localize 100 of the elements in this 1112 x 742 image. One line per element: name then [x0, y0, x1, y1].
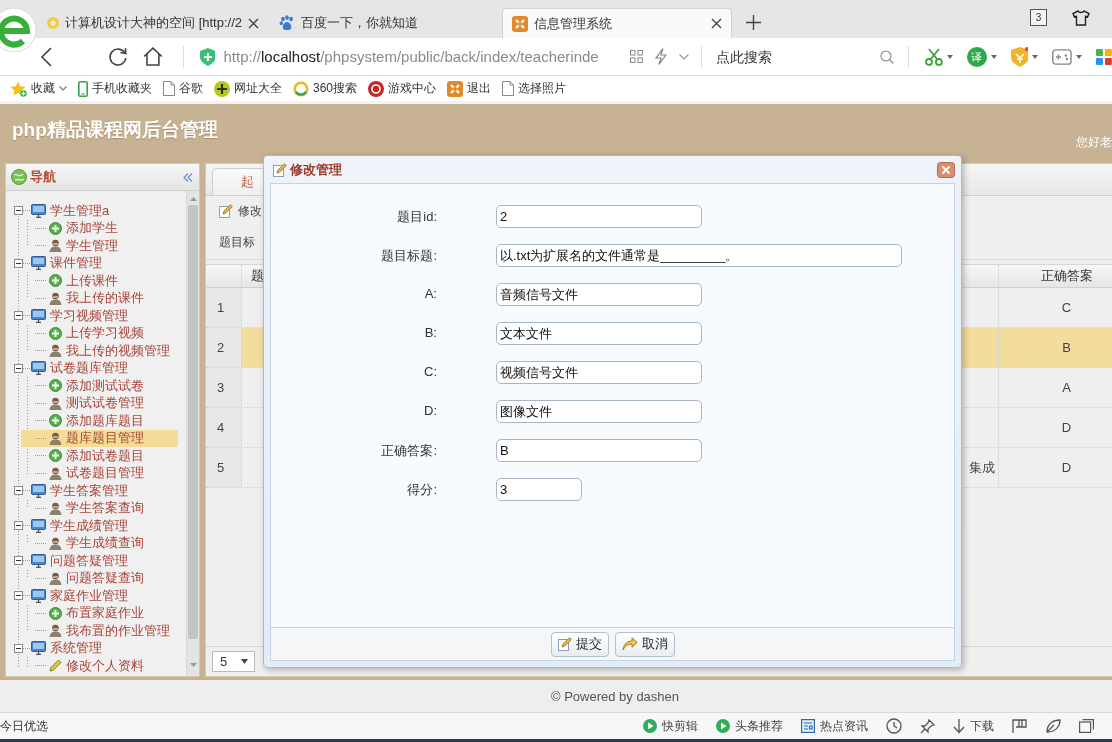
nav-item[interactable]: 我上传的视频管理: [21, 342, 178, 360]
scrollbar-thumb[interactable]: [188, 205, 198, 639]
bookmark-item[interactable]: 360搜索: [293, 80, 358, 97]
input-field[interactable]: 音频信号文件: [496, 283, 702, 306]
input-field[interactable]: 图像文件: [496, 400, 702, 423]
nav-group[interactable]: 课件管理: [50, 254, 102, 273]
close-icon[interactable]: [711, 18, 722, 29]
collapse-toggle-icon[interactable]: [14, 556, 23, 566]
bookmark-item[interactable]: 手机收藏夹: [78, 80, 152, 97]
caret-icon[interactable]: [1076, 54, 1083, 59]
shirt-icon[interactable]: [1072, 10, 1090, 26]
input-field[interactable]: 3: [496, 478, 582, 501]
column-header[interactable]: 题: [251, 267, 264, 285]
collapse-toggle-icon[interactable]: [14, 363, 23, 373]
newspaper-icon[interactable]: [801, 719, 815, 733]
bookmark-item[interactable]: 收藏: [10, 80, 67, 97]
back-icon[interactable]: [40, 46, 52, 67]
nav-item[interactable]: 问题答疑查询: [21, 569, 178, 587]
nav-group[interactable]: 家庭作业管理: [50, 586, 128, 605]
tab-count-badge[interactable]: 3: [1030, 9, 1047, 26]
browser-tab[interactable]: 信息管理系统: [502, 8, 732, 38]
bookmark-item[interactable]: 游戏中心: [368, 80, 437, 97]
close-icon[interactable]: [248, 17, 259, 29]
nav-item[interactable]: 添加题库题目: [21, 412, 178, 430]
bookmark-item[interactable]: 谷歌: [163, 80, 203, 97]
nav-group[interactable]: 系统管理: [50, 639, 102, 658]
status-link[interactable]: 下载: [970, 717, 994, 735]
play-icon[interactable]: [643, 719, 657, 733]
nav-item[interactable]: 布置家庭作业: [21, 604, 178, 622]
nav-item[interactable]: 添加学生: [21, 219, 178, 237]
collapse-toggle-icon[interactable]: [14, 643, 23, 653]
input-field[interactable]: 文本文件: [496, 322, 702, 345]
browser-tab[interactable]: 计算机设计大神的空间 [http://2: [38, 8, 268, 38]
caret-icon[interactable]: [990, 54, 997, 59]
scissors-icon[interactable]: [924, 47, 943, 66]
nav-item[interactable]: 我布置的作业管理: [21, 622, 178, 640]
new-tab-icon[interactable]: [746, 15, 761, 30]
page-icon: [502, 81, 515, 96]
nav-item[interactable]: 添加测试试卷: [21, 377, 178, 395]
nav-item[interactable]: 修改个人资料: [21, 657, 178, 675]
input-field[interactable]: 以.txt为扩展名的文件通常是_________。: [496, 244, 902, 267]
browser-tab[interactable]: 百度一下，你就知道: [270, 8, 500, 38]
app-grid-icon[interactable]: [1096, 48, 1112, 65]
collapse-toggle-icon[interactable]: [14, 206, 23, 216]
status-link[interactable]: 热点资讯: [820, 717, 868, 735]
collapse-toggle-icon[interactable]: [14, 591, 23, 601]
page-size-select[interactable]: 5: [212, 651, 255, 672]
nav-item[interactable]: 学生成绩查询: [21, 534, 178, 552]
status-link[interactable]: 快剪辑: [662, 717, 698, 735]
search-icon[interactable]: [880, 49, 894, 64]
chevron-down-icon[interactable]: [679, 53, 690, 60]
nav-item[interactable]: 题库题目管理: [21, 429, 178, 447]
input-field[interactable]: B: [496, 439, 702, 462]
collapse-toggle-icon[interactable]: [14, 311, 23, 321]
pin-icon[interactable]: [920, 718, 935, 734]
nav-item[interactable]: 上传课件: [21, 272, 178, 290]
collapse-toggle-icon[interactable]: [14, 486, 23, 496]
cancel-button[interactable]: 取消: [614, 631, 675, 657]
nav-item[interactable]: 学生管理: [21, 237, 178, 255]
qr-code-icon[interactable]: [630, 50, 644, 63]
nav-group[interactable]: 学习视频管理: [50, 306, 128, 325]
nav-group[interactable]: 问题答疑管理: [50, 551, 128, 570]
nav-item[interactable]: 测试试卷管理: [21, 394, 178, 412]
input-field[interactable]: 2: [496, 205, 702, 228]
refresh-icon[interactable]: [107, 46, 128, 67]
nav-item[interactable]: 添加试卷题目: [21, 447, 178, 465]
flag-icon[interactable]: [1012, 719, 1027, 733]
search-field[interactable]: 点此搜索: [716, 44, 876, 69]
address-field[interactable]: http://localhost/phpsystem/public/back/index/teacherinde: [223, 48, 621, 65]
clock-icon[interactable]: [886, 718, 902, 734]
home-icon[interactable]: [142, 47, 163, 66]
play-icon[interactable]: [716, 719, 730, 733]
bookmark-item[interactable]: 选择照片: [502, 80, 567, 97]
download-icon[interactable]: [953, 718, 965, 734]
bookmark-item[interactable]: 网址大全: [214, 80, 282, 97]
gamepad-icon[interactable]: [1052, 48, 1073, 65]
column-header[interactable]: 正确答案: [1040, 267, 1093, 285]
shield-icon[interactable]: [1010, 46, 1029, 67]
lightning-icon[interactable]: [655, 48, 668, 65]
nav-group[interactable]: 学生管理a: [50, 201, 110, 220]
close-icon[interactable]: [937, 161, 955, 178]
status-link[interactable]: 今日优选: [0, 717, 48, 735]
caret-icon[interactable]: [946, 54, 953, 59]
status-link[interactable]: 头条推荐: [735, 717, 783, 735]
collapse-toggle-icon[interactable]: [14, 258, 23, 268]
nav-item[interactable]: 试卷题目管理: [21, 464, 178, 482]
submit-button[interactable]: 提交: [550, 631, 609, 657]
nav-item[interactable]: 我上传的课件: [21, 289, 178, 307]
nav-group[interactable]: 学生答案管理: [50, 481, 128, 500]
collapse-toggle-icon[interactable]: [14, 521, 23, 531]
nav-item[interactable]: 学生答案查询: [21, 499, 178, 517]
nav-item[interactable]: 上传学习视频: [21, 324, 178, 342]
leaf-icon[interactable]: [1045, 718, 1061, 734]
caret-icon[interactable]: [1032, 54, 1039, 59]
nav-group[interactable]: 学生成绩管理: [50, 516, 128, 535]
scrollbar[interactable]: [186, 191, 199, 676]
nav-group[interactable]: 试卷题库管理: [50, 359, 128, 378]
bookmark-item[interactable]: 退出: [447, 80, 492, 97]
input-field[interactable]: 视频信号文件: [496, 361, 702, 384]
window-icon[interactable]: [1079, 719, 1094, 733]
